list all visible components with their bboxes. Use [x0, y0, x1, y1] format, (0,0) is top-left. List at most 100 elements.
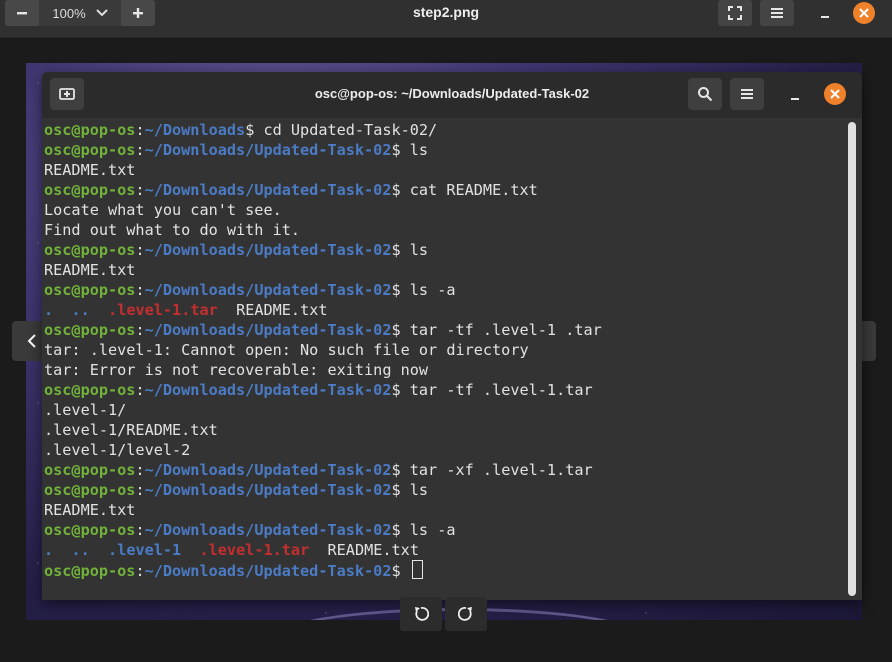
command-text: $	[391, 562, 410, 580]
output-text: .level-1/README.txt	[44, 421, 218, 439]
prompt-user: osc@pop-os	[44, 321, 136, 339]
prompt-user: osc@pop-os	[44, 281, 136, 299]
rotate-left-button[interactable]	[400, 597, 442, 631]
output-text: tar: .level-1: Cannot open: No such file…	[44, 341, 529, 359]
prompt-path: ~/Downloads/Updated-Task-02	[144, 281, 392, 299]
terminal-minimize-button[interactable]	[782, 82, 808, 108]
output-text: tar: Error is not recoverable: exiting n…	[44, 361, 429, 379]
new-tab-button[interactable]	[50, 78, 84, 110]
output-text: Locate what you can't see.	[44, 201, 282, 219]
minimize-icon	[821, 16, 829, 18]
minimize-icon	[791, 98, 799, 100]
output-text: .level-1/level-2	[44, 441, 191, 459]
hamburger-menu-icon	[771, 8, 783, 18]
prompt-user: osc@pop-os	[44, 481, 136, 499]
minimize-button[interactable]	[812, 0, 838, 26]
terminal-header-bar: osc@pop-os: ~/Downloads/Updated-Task-02	[42, 72, 862, 118]
chevron-down-icon	[95, 9, 108, 17]
command-text: $ cat README.txt	[391, 181, 538, 199]
rotate-right-icon	[458, 607, 472, 621]
prompt-user: osc@pop-os	[44, 562, 136, 580]
command-text: $ tar -tf .level-1.tar	[391, 381, 593, 399]
prompt-user: osc@pop-os	[44, 121, 136, 139]
terminal-line: README.txt	[44, 260, 844, 280]
zoom-level-value: 100%	[52, 5, 86, 21]
command-text: $ tar -xf .level-1.tar	[391, 461, 593, 479]
terminal-line: osc@pop-os:~/Downloads/Updated-Task-02$ …	[44, 240, 844, 260]
listing-entry: .	[44, 541, 54, 559]
prompt-separator: :	[135, 241, 145, 259]
output-text: README.txt	[44, 501, 136, 519]
prompt-user: osc@pop-os	[44, 141, 136, 159]
terminal-line: osc@pop-os:~/Downloads/Updated-Task-02$	[44, 560, 844, 580]
terminal-line: . .. .level-1 .level-1.tar README.txt	[44, 540, 844, 560]
output-text: .level-1/	[44, 401, 127, 419]
zoom-out-button[interactable]	[5, 0, 39, 26]
command-text: $ cd Updated-Task-02/	[245, 121, 438, 139]
terminal-line: osc@pop-os:~/Downloads$ cd Updated-Task-…	[44, 120, 844, 140]
prompt-path: ~/Downloads/Updated-Task-02	[144, 481, 392, 499]
close-icon	[859, 8, 869, 18]
terminal-search-button[interactable]	[688, 78, 722, 110]
listing-entry: ..	[71, 541, 90, 559]
terminal-close-button[interactable]	[824, 83, 846, 105]
prompt-separator: :	[135, 381, 145, 399]
fullscreen-button[interactable]	[718, 0, 752, 26]
prompt-user: osc@pop-os	[44, 521, 136, 539]
listing-entry: ..	[71, 301, 90, 319]
listing-entry: README.txt	[309, 541, 419, 559]
listing-entry	[181, 541, 199, 559]
zoom-level-dropdown[interactable]: 100%	[39, 0, 121, 26]
listing-entry: .level-1.tar	[199, 541, 310, 559]
terminal-line: .level-1/level-2	[44, 440, 844, 460]
prompt-user: osc@pop-os	[44, 461, 136, 479]
prompt-user: osc@pop-os	[44, 181, 136, 199]
listing-entry: .	[44, 301, 54, 319]
terminal-window: osc@pop-os: ~/Downloads/Updated-Task-02 …	[42, 72, 862, 600]
terminal-line: tar: .level-1: Cannot open: No such file…	[44, 340, 844, 360]
terminal-line: Find out what to do with it.	[44, 220, 844, 240]
listing-entry: .level-1.tar	[108, 301, 218, 319]
terminal-line: Locate what you can't see.	[44, 200, 844, 220]
command-text: $ tar -tf .level-1 .tar	[391, 321, 602, 339]
menu-button[interactable]	[760, 0, 794, 26]
prompt-path: ~/Downloads/Updated-Task-02	[144, 181, 392, 199]
new-tab-icon	[59, 88, 75, 100]
listing-entry	[90, 301, 108, 319]
prompt-path: ~/Downloads/Updated-Task-02	[144, 562, 392, 580]
prompt-separator: :	[135, 461, 145, 479]
terminal-line: osc@pop-os:~/Downloads/Updated-Task-02$ …	[44, 180, 844, 200]
terminal-line: osc@pop-os:~/Downloads/Updated-Task-02$ …	[44, 520, 844, 540]
terminal-scrollbar[interactable]	[848, 122, 856, 596]
prompt-separator: :	[135, 281, 145, 299]
close-icon	[830, 89, 840, 99]
listing-entry: README.txt	[217, 301, 328, 319]
terminal-line: README.txt	[44, 500, 844, 520]
terminal-line: osc@pop-os:~/Downloads/Updated-Task-02$ …	[44, 380, 844, 400]
prompt-user: osc@pop-os	[44, 381, 136, 399]
prompt-separator: :	[135, 181, 145, 199]
output-text: Find out what to do with it.	[44, 221, 301, 239]
close-button[interactable]	[853, 2, 875, 24]
terminal-output[interactable]: osc@pop-os:~/Downloads$ cd Updated-Task-…	[44, 120, 844, 596]
prompt-path: ~/Downloads/Updated-Task-02	[144, 321, 392, 339]
fullscreen-icon	[728, 6, 742, 20]
viewer-header-bar: 100% step2.png	[0, 0, 892, 38]
prompt-path: ~/Downloads/Updated-Task-02	[144, 141, 392, 159]
zoom-control: 100%	[5, 0, 155, 26]
prompt-separator: :	[135, 121, 145, 139]
minus-icon	[17, 12, 27, 15]
rotate-right-button[interactable]	[445, 597, 487, 631]
terminal-menu-button[interactable]	[730, 78, 764, 110]
terminal-line: osc@pop-os:~/Downloads/Updated-Task-02$ …	[44, 280, 844, 300]
output-text: README.txt	[44, 261, 136, 279]
zoom-in-button[interactable]	[121, 0, 155, 26]
terminal-line: .level-1/	[44, 400, 844, 420]
chevron-left-icon	[27, 334, 36, 348]
terminal-line: osc@pop-os:~/Downloads/Updated-Task-02$ …	[44, 140, 844, 160]
prompt-path: ~/Downloads/Updated-Task-02	[144, 381, 392, 399]
plus-icon	[133, 8, 143, 18]
prompt-separator: :	[135, 521, 145, 539]
text-cursor	[411, 560, 423, 579]
prompt-path: ~/Downloads/Updated-Task-02	[144, 241, 392, 259]
